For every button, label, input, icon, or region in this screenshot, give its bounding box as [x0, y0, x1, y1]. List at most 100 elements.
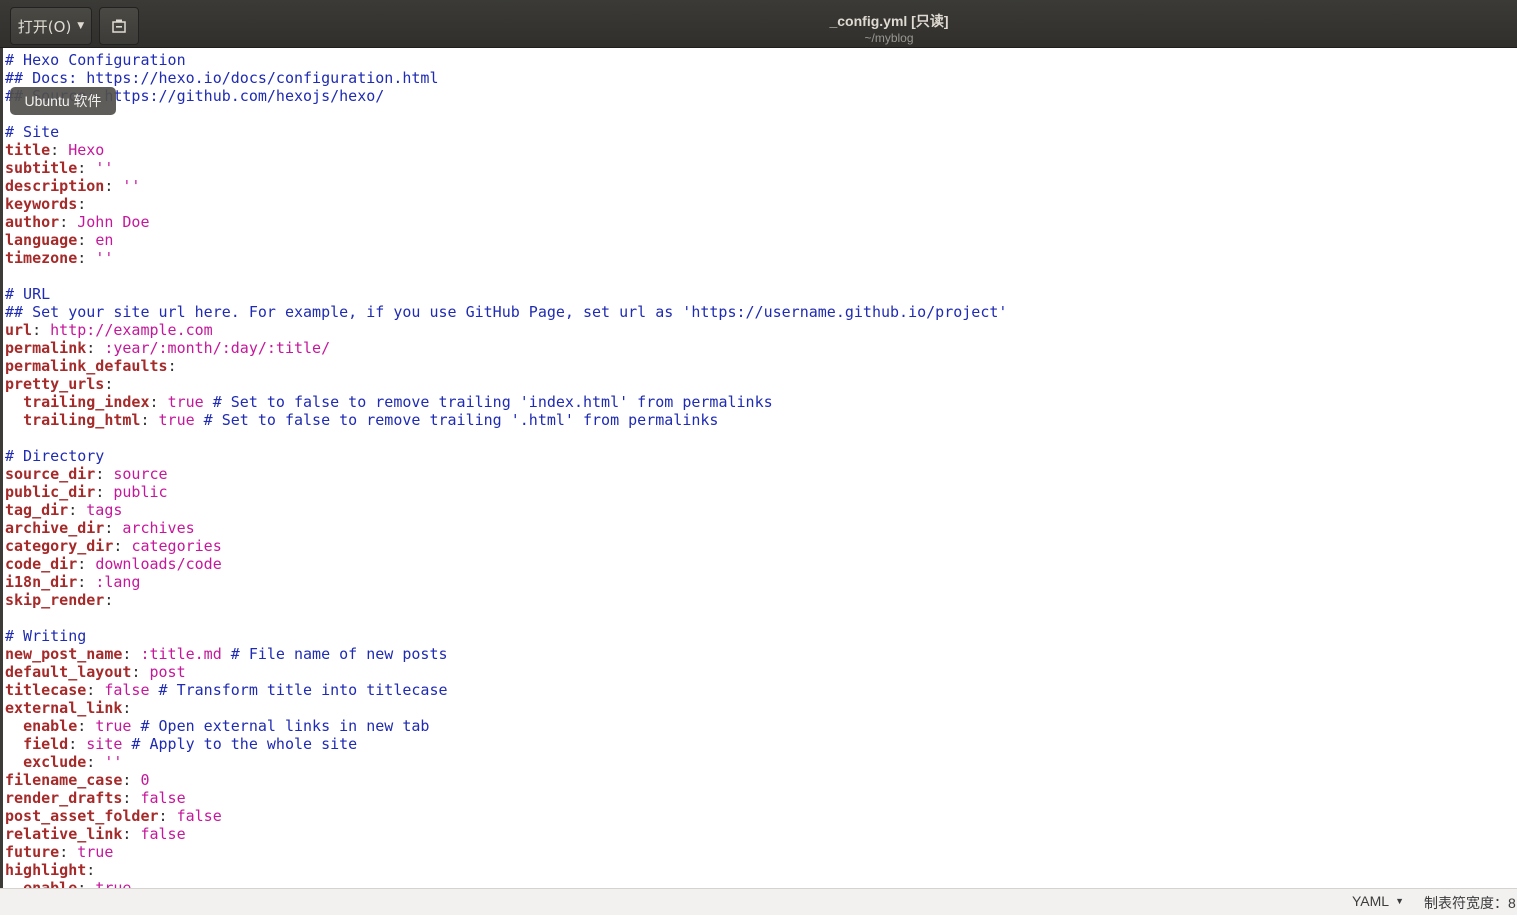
code-line: ## Set your site url here. For example, …: [5, 303, 1007, 321]
value-token: false: [140, 789, 186, 807]
key-token: subtitle: [5, 159, 78, 177]
punct-token: [5, 735, 23, 753]
key-token: permalink_defaults: [5, 357, 168, 375]
punct-token: :: [59, 843, 78, 861]
punct-token: :: [77, 159, 96, 177]
punct-token: :: [68, 501, 87, 519]
punct-token: :: [95, 465, 114, 483]
value-token: '': [95, 159, 114, 177]
punct-token: :: [104, 177, 123, 195]
code-line: field: site # Apply to the whole site: [5, 735, 1007, 753]
punct-token: :: [104, 591, 114, 609]
value-token: false: [104, 681, 150, 699]
code-line: permalink: :year/:month/:day/:title/: [5, 339, 1007, 357]
punct-token: :: [122, 789, 141, 807]
key-token: field: [23, 735, 69, 753]
comment-token: # File name of new posts: [221, 645, 448, 663]
code-line: render_drafts: false: [5, 789, 1007, 807]
value-token: tags: [86, 501, 123, 519]
key-token: title: [5, 141, 51, 159]
tab-width-label: 制表符宽度：8: [1424, 895, 1516, 911]
code-line: description: '': [5, 177, 1007, 195]
key-token: trailing_index: [23, 393, 150, 411]
value-token: :lang: [95, 573, 141, 591]
code-line: url: http://example.com: [5, 321, 1007, 339]
punct-token: :: [77, 573, 96, 591]
code-line: language: en: [5, 231, 1007, 249]
punct-token: :: [95, 483, 114, 501]
value-token: :title.md: [140, 645, 222, 663]
punct-token: :: [86, 681, 105, 699]
code-line: ## Docs: https://hexo.io/docs/configurat…: [5, 69, 1007, 87]
punct-token: :: [59, 213, 78, 231]
key-token: highlight: [5, 861, 87, 879]
punct-token: [5, 393, 23, 411]
language-label: YAML: [1352, 893, 1390, 909]
code-line: pretty_urls:: [5, 375, 1007, 393]
code-line: enable: true: [5, 879, 1007, 888]
code-line: new_post_name: :title.md # File name of …: [5, 645, 1007, 663]
value-token: source: [113, 465, 168, 483]
punct-token: :: [104, 375, 114, 393]
header-bar: 打开(O) ▼ _config.yml [只读] ~/myblog: [0, 0, 1517, 48]
code-line: filename_case: 0: [5, 771, 1007, 789]
value-token: true: [95, 717, 132, 735]
key-token: pretty_urls: [5, 375, 105, 393]
code-view[interactable]: # Hexo Configuration ## Docs: https://hex…: [5, 51, 1007, 888]
value-token: site: [86, 735, 123, 753]
key-token: exclude: [23, 753, 87, 771]
code-line: # Writing: [5, 627, 1007, 645]
comment-token: # URL: [5, 285, 51, 303]
code-line: title: Hexo: [5, 141, 1007, 159]
recent-documents-button[interactable]: [99, 7, 139, 45]
punct-token: :: [122, 699, 132, 717]
value-token: public: [113, 483, 168, 501]
key-token: public_dir: [5, 483, 96, 501]
key-token: url: [5, 321, 33, 339]
tooltip: Ubuntu 软件: [10, 87, 116, 115]
punct-token: :: [113, 537, 132, 555]
value-token: categories: [131, 537, 222, 555]
code-line: trailing_html: true # Set to false to re…: [5, 411, 1007, 429]
value-token: true: [158, 411, 195, 429]
punct-token: :: [77, 555, 96, 573]
value-token: 0: [140, 771, 150, 789]
key-token: default_layout: [5, 663, 132, 681]
value-token: archives: [122, 519, 195, 537]
chevron-down-icon: ▼: [1395, 896, 1405, 906]
code-line: ## Source: https://github.com/hexojs/hex…: [5, 87, 1007, 105]
value-token: true: [95, 879, 132, 888]
value-token: http://example.com: [50, 321, 213, 339]
value-token: '': [95, 249, 114, 267]
punct-token: :: [86, 753, 105, 771]
language-selector[interactable]: YAML ▼: [1352, 893, 1404, 909]
code-line: permalink_defaults:: [5, 357, 1007, 375]
code-line: exclude: '': [5, 753, 1007, 771]
punct-token: :: [104, 519, 123, 537]
key-token: enable: [23, 717, 78, 735]
comment-token: # Directory: [5, 447, 105, 465]
punct-token: [5, 753, 23, 771]
tab-width-selector[interactable]: 制表符宽度：8: [1424, 893, 1516, 913]
key-token: category_dir: [5, 537, 114, 555]
key-token: permalink: [5, 339, 87, 357]
key-token: trailing_html: [23, 411, 141, 429]
code-line: archive_dir: archives: [5, 519, 1007, 537]
key-token: archive_dir: [5, 519, 105, 537]
key-token: timezone: [5, 249, 78, 267]
text-editor[interactable]: # Hexo Configuration ## Docs: https://hex…: [0, 48, 1517, 888]
punct-token: :: [140, 411, 159, 429]
key-token: external_link: [5, 699, 123, 717]
key-token: source_dir: [5, 465, 96, 483]
value-token: '': [104, 753, 123, 771]
open-button[interactable]: 打开(O) ▼: [10, 7, 92, 45]
comment-token: # Transform title into titlecase: [149, 681, 448, 699]
punct-token: :: [77, 231, 96, 249]
key-token: tag_dir: [5, 501, 69, 519]
key-token: filename_case: [5, 771, 123, 789]
code-line: trailing_index: true # Set to false to r…: [5, 393, 1007, 411]
comment-token: # Set to false to remove trailing 'index…: [203, 393, 773, 411]
code-line: external_link:: [5, 699, 1007, 717]
code-line: skip_render:: [5, 591, 1007, 609]
